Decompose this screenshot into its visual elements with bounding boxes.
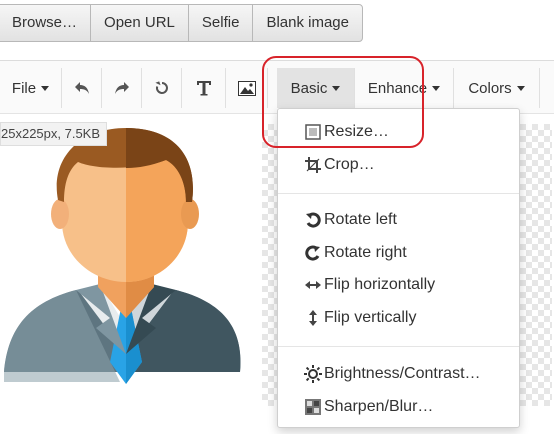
chevron-down-icon bbox=[516, 85, 525, 91]
text-icon bbox=[196, 81, 211, 96]
rotate-right-icon bbox=[304, 244, 322, 262]
brightness-icon bbox=[304, 365, 322, 383]
reset-icon bbox=[154, 81, 168, 94]
menu-item-flip-horizontally[interactable]: Flip horizontally bbox=[278, 270, 519, 300]
blank-image-button[interactable]: Blank image bbox=[252, 4, 363, 42]
menu-item-label: Rotate left bbox=[324, 211, 397, 228]
browse-button[interactable]: Browse… bbox=[0, 4, 92, 42]
redo-icon bbox=[114, 82, 129, 94]
undo-icon bbox=[74, 82, 89, 94]
menu-item-rotate-left[interactable]: Rotate left bbox=[278, 205, 519, 235]
image-source-bar: Browse… Open URL Selfie Blank image bbox=[0, 4, 363, 42]
user-avatar-image[interactable] bbox=[0, 122, 262, 406]
sharpen-icon bbox=[304, 398, 322, 416]
colors-menu-button[interactable]: Colors bbox=[454, 68, 540, 108]
file-menu-label: File bbox=[11, 79, 37, 97]
image-size-info: 25x225px, 7.5KB bbox=[0, 122, 108, 146]
text-tool-button[interactable] bbox=[182, 68, 226, 108]
open-url-button[interactable]: Open URL bbox=[90, 4, 189, 42]
basic-dropdown-menu: Resize… Crop… Rotate left Rotate right F… bbox=[277, 108, 520, 428]
reset-button[interactable] bbox=[142, 68, 182, 108]
menu-item-flip-vertically[interactable]: Flip vertically bbox=[278, 303, 519, 333]
highlight-annotation bbox=[262, 56, 424, 148]
menu-item-label: Flip vertically bbox=[324, 309, 417, 326]
menu-item-rotate-right[interactable]: Rotate right bbox=[278, 238, 519, 268]
flip-vertical-icon bbox=[304, 309, 322, 327]
redo-button[interactable] bbox=[102, 68, 142, 108]
undo-button[interactable] bbox=[62, 68, 102, 108]
chevron-down-icon bbox=[432, 85, 441, 91]
image-icon bbox=[237, 80, 256, 96]
menu-item-sharpen-blur[interactable]: Sharpen/Blur… bbox=[278, 392, 519, 422]
menu-item-label: Brightness/Contrast… bbox=[324, 365, 481, 382]
file-menu-button[interactable]: File bbox=[0, 68, 62, 108]
menu-item-label: Rotate right bbox=[324, 244, 407, 261]
rotate-left-icon bbox=[304, 211, 322, 229]
menu-item-label: Crop… bbox=[324, 156, 375, 173]
menu-divider bbox=[278, 346, 519, 347]
menu-item-label: Flip horizontally bbox=[324, 276, 436, 293]
chevron-down-icon bbox=[41, 85, 50, 91]
selfie-button[interactable]: Selfie bbox=[187, 4, 254, 42]
crop-icon bbox=[304, 156, 322, 174]
flip-horizontal-icon bbox=[304, 276, 322, 294]
colors-menu-label: Colors bbox=[468, 79, 512, 97]
menu-item-label: Sharpen/Blur… bbox=[324, 398, 434, 415]
menu-item-crop[interactable]: Crop… bbox=[278, 150, 519, 180]
menu-divider bbox=[278, 193, 519, 194]
menu-item-brightness-contrast[interactable]: Brightness/Contrast… bbox=[278, 359, 519, 389]
